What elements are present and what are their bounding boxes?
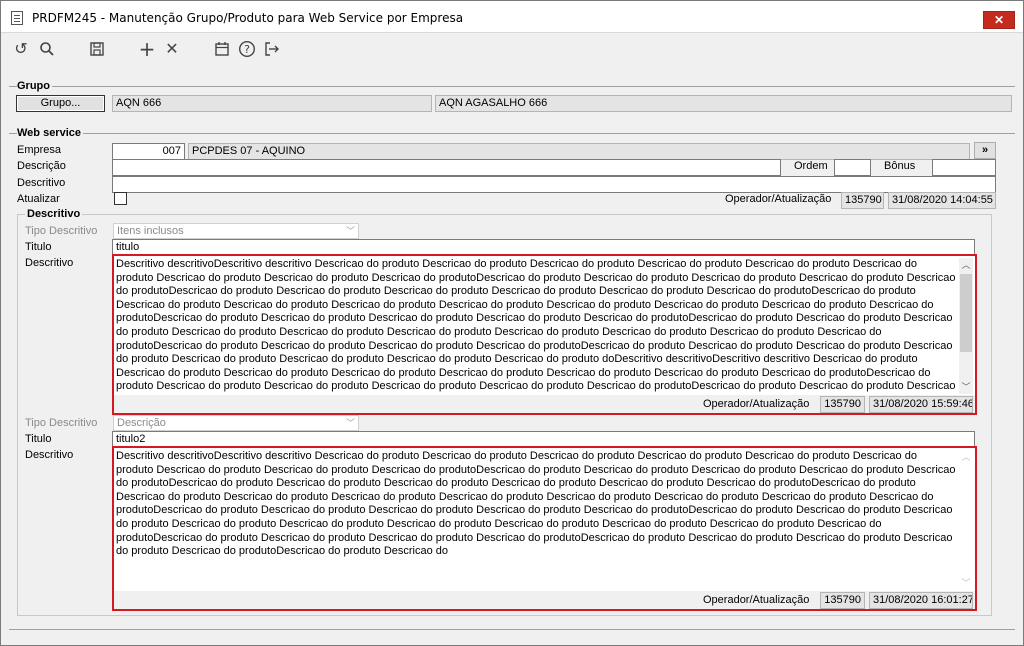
titulo-label-1: Titulo xyxy=(25,241,52,253)
descritivo-text-1[interactable]: Descritivo descritivoDescritivo descriti… xyxy=(116,258,957,394)
ws-descritivo-label: Descritivo xyxy=(17,177,66,189)
memo-footer-1: Operador/Atualização 135790 31/08/2020 1… xyxy=(114,395,975,413)
empresa-label: Empresa xyxy=(17,144,62,156)
grupo-separator xyxy=(9,86,1015,87)
close-button[interactable]: ✕ xyxy=(983,11,1015,29)
add-icon[interactable]: + xyxy=(136,39,158,59)
app-document-icon xyxy=(11,11,23,25)
descritivo-section-title: Descritivo xyxy=(25,208,83,220)
atualizar-label: Atualizar xyxy=(17,193,60,205)
main-window: PRDFM245 - Manutenção Grupo/Produto para… xyxy=(0,0,1024,646)
scroll-up-icon[interactable]: ︿ xyxy=(959,450,973,464)
scrollbar-1[interactable]: ︿ ﹀ xyxy=(959,258,973,394)
tipo-descritivo-select-1[interactable]: Itens inclusos ﹀ xyxy=(113,223,359,239)
memo-footer-2: Operador/Atualização 135790 31/08/2020 1… xyxy=(114,591,975,609)
bonus-label: Bônus xyxy=(884,160,916,172)
atualizar-checkbox[interactable] xyxy=(114,192,127,205)
descricao-input[interactable] xyxy=(112,159,781,176)
search-icon[interactable] xyxy=(36,39,58,59)
more-button[interactable]: » xyxy=(974,142,996,159)
ws-operador-date: 31/08/2020 14:04:55 xyxy=(888,192,996,209)
save-icon[interactable] xyxy=(86,39,108,59)
chevron-down-icon: ﹀ xyxy=(345,418,355,428)
operador-label-1: Operador/Atualização xyxy=(703,398,810,410)
svg-text:?: ? xyxy=(244,43,250,56)
grupo-code-field[interactable]: AQN 666 xyxy=(112,95,432,112)
undo-icon[interactable]: ↺ xyxy=(10,39,32,59)
webservice-separator xyxy=(9,133,1015,134)
descritivo-text-2[interactable]: Descritivo descritivoDescritivo descriti… xyxy=(116,450,957,590)
grupo-name-field[interactable]: AQN AGASALHO 666 xyxy=(435,95,1012,112)
tipo-descritivo-select-2[interactable]: Descrição ﹀ xyxy=(113,415,359,431)
operador-date-2: 31/08/2020 16:01:27 xyxy=(869,592,973,609)
titulo-label-2: Titulo xyxy=(25,433,52,445)
calendar-icon[interactable] xyxy=(211,39,233,59)
scrollbar-2[interactable]: ︿ ﹀ xyxy=(959,450,973,590)
ws-descritivo-input[interactable] xyxy=(112,176,996,193)
scroll-thumb-1[interactable] xyxy=(960,274,972,352)
ordem-label: Ordem xyxy=(794,160,828,172)
bonus-input[interactable] xyxy=(932,159,996,176)
exit-icon[interactable] xyxy=(261,39,283,59)
descritivo-label-1: Descritivo xyxy=(25,257,74,269)
window-title: PRDFM245 - Manutenção Grupo/Produto para… xyxy=(32,11,464,25)
help-icon[interactable]: ? xyxy=(236,39,258,59)
scroll-down-icon[interactable]: ﹀ xyxy=(959,380,973,394)
grupo-section-title: Grupo xyxy=(17,80,52,92)
operador-date-1: 31/08/2020 15:59:46 xyxy=(869,396,973,413)
webservice-section-title: Web service xyxy=(17,127,84,139)
ordem-input[interactable] xyxy=(834,159,871,176)
grupo-button[interactable]: Grupo... xyxy=(16,95,105,112)
tipo-descritivo-value-1: Itens inclusos xyxy=(117,225,184,237)
descritivo-memo-1[interactable]: Descritivo descritivoDescritivo descriti… xyxy=(112,254,977,415)
chevron-down-icon: ﹀ xyxy=(345,226,355,236)
ws-operador-label: Operador/Atualização xyxy=(725,193,832,205)
empresa-name-field[interactable]: PCPDES 07 - AQUINO xyxy=(188,143,970,160)
descritivo-memo-2[interactable]: Descritivo descritivoDescritivo descriti… xyxy=(112,446,977,611)
scroll-up-icon[interactable]: ︿ xyxy=(959,258,973,272)
operador-code-1: 135790 xyxy=(820,396,865,413)
operador-label-2: Operador/Atualização xyxy=(703,594,810,606)
descritivo-label-2: Descritivo xyxy=(25,449,74,461)
tipo-descritivo-label-1: Tipo Descritivo xyxy=(25,225,98,237)
operador-code-2: 135790 xyxy=(820,592,865,609)
tipo-descritivo-label-2: Tipo Descritivo xyxy=(25,417,98,429)
descricao-label: Descrição xyxy=(17,160,66,172)
ws-operador-code: 135790 xyxy=(841,192,884,209)
scroll-down-icon[interactable]: ﹀ xyxy=(959,576,973,590)
tipo-descritivo-value-2: Descrição xyxy=(117,417,166,429)
delete-icon[interactable]: ✕ xyxy=(161,39,183,59)
empresa-code-field[interactable]: 007 xyxy=(112,143,185,160)
bottom-separator xyxy=(9,629,1015,630)
